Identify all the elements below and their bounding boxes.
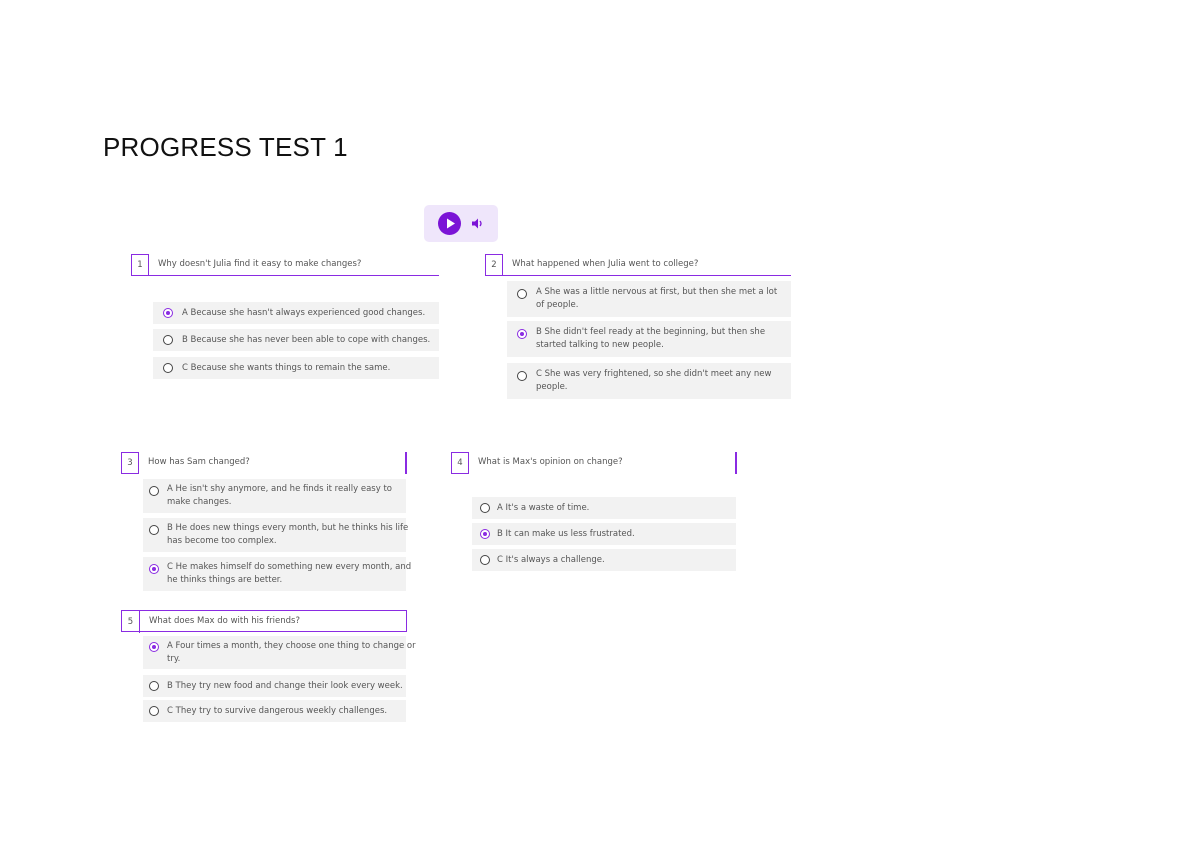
- question-header: 4 What is Max's opinion on change?: [451, 452, 737, 474]
- option-text: A It's a waste of time.: [497, 503, 590, 513]
- option-3b[interactable]: B He does new things every month, but he…: [143, 518, 408, 552]
- option-text: A She was a little nervous at first, but…: [536, 286, 777, 311]
- option-text-line: B She didn't feel ready at the beginning…: [536, 327, 766, 337]
- option-text: B Because she has never been able to cop…: [182, 335, 431, 345]
- option-text: B It can make us less frustrated.: [497, 529, 635, 539]
- option-text-line: C She was very frightened, so she didn't…: [536, 369, 772, 379]
- volume-icon[interactable]: [472, 218, 484, 229]
- play-button[interactable]: [438, 212, 461, 235]
- option-4c[interactable]: C It's always a challenge.: [472, 549, 736, 571]
- option-text: B She didn't feel ready at the beginning…: [536, 326, 765, 351]
- question-2: 2 What happened when Julia went to colle…: [485, 254, 791, 276]
- radio-button[interactable]: [149, 525, 159, 535]
- option-text: C Because she wants things to remain the…: [182, 363, 391, 373]
- option-text: B They try new food and change their loo…: [167, 681, 403, 691]
- option-text-line: try.: [167, 653, 181, 664]
- question-5: 5 What does Max do with his friends?: [121, 610, 407, 633]
- question-number: 3: [121, 452, 139, 474]
- option-3a[interactable]: A He isn't shy anymore, and he finds it …: [143, 479, 406, 513]
- question-header: 1 Why doesn't Julia find it easy to make…: [131, 254, 439, 276]
- option-3c[interactable]: C He makes himself do something new ever…: [143, 557, 411, 591]
- question-4: 4 What is Max's opinion on change?: [451, 452, 737, 474]
- option-text: C They try to survive dangerous weekly c…: [167, 706, 388, 716]
- radio-button[interactable]: [149, 486, 159, 496]
- option-text-line: A Four times a month, they choose one th…: [167, 641, 416, 651]
- radio-button[interactable]: [517, 329, 527, 339]
- question-text: What does Max do with his friends?: [149, 616, 300, 626]
- question-3: 3 How has Sam changed?: [121, 452, 407, 474]
- option-2a[interactable]: A She was a little nervous at first, but…: [507, 281, 791, 317]
- radio-button[interactable]: [517, 289, 527, 299]
- option-1a[interactable]: A Because she hasn't always experienced …: [153, 302, 439, 324]
- option-text: A He isn't shy anymore, and he finds it …: [167, 483, 392, 508]
- option-4b[interactable]: B It can make us less frustrated.: [472, 523, 736, 545]
- question-text: What is Max's opinion on change?: [478, 457, 623, 467]
- radio-button[interactable]: [163, 363, 173, 373]
- option-text: A Four times a month, they choose one th…: [167, 640, 416, 665]
- header-accent-bar: [405, 452, 407, 474]
- radio-button[interactable]: [480, 503, 490, 513]
- option-1c[interactable]: C Because she wants things to remain the…: [153, 357, 439, 379]
- option-text-line: people.: [536, 381, 568, 392]
- option-text-line: make changes.: [167, 496, 232, 507]
- play-icon: [447, 218, 455, 229]
- question-1: 1 Why doesn't Julia find it easy to make…: [131, 254, 439, 276]
- radio-button[interactable]: [163, 308, 173, 318]
- option-text-line: A He isn't shy anymore, and he finds it …: [167, 484, 392, 494]
- question-text: Why doesn't Julia find it easy to make c…: [158, 259, 362, 269]
- option-5b[interactable]: B They try new food and change their loo…: [143, 675, 406, 697]
- radio-button[interactable]: [517, 371, 527, 381]
- option-5a[interactable]: A Four times a month, they choose one th…: [143, 636, 416, 669]
- option-1b[interactable]: B Because she has never been able to cop…: [153, 329, 439, 351]
- radio-button[interactable]: [149, 642, 159, 652]
- option-text-line: has become too complex.: [167, 535, 277, 546]
- option-4a[interactable]: A It's a waste of time.: [472, 497, 736, 519]
- radio-button[interactable]: [149, 564, 159, 574]
- question-number: 2: [485, 254, 503, 276]
- question-text: What happened when Julia went to college…: [512, 259, 699, 269]
- option-text-line: started talking to new people.: [536, 339, 664, 350]
- radio-button[interactable]: [480, 555, 490, 565]
- option-text: C It's always a challenge.: [497, 555, 605, 565]
- option-text-line: he thinks things are better.: [167, 574, 283, 585]
- radio-button[interactable]: [149, 706, 159, 716]
- option-text: A Because she hasn't always experienced …: [182, 308, 426, 318]
- option-2b[interactable]: B She didn't feel ready at the beginning…: [507, 321, 791, 357]
- option-5c[interactable]: C They try to survive dangerous weekly c…: [143, 700, 406, 722]
- question-number: 1: [131, 254, 149, 276]
- question-number: 4: [451, 452, 469, 474]
- radio-button[interactable]: [149, 681, 159, 691]
- option-text-line: A She was a little nervous at first, but…: [536, 287, 778, 297]
- option-text-line: of people.: [536, 299, 579, 310]
- question-number: 5: [122, 611, 140, 633]
- header-accent-bar: [735, 452, 737, 474]
- option-text-line: C He makes himself do something new ever…: [167, 562, 412, 572]
- option-text-line: B He does new things every month, but he…: [167, 523, 409, 533]
- option-text: C He makes himself do something new ever…: [167, 561, 411, 586]
- question-header: 3 How has Sam changed?: [121, 452, 407, 474]
- audio-player: [424, 205, 498, 242]
- radio-button[interactable]: [163, 335, 173, 345]
- option-2c[interactable]: C She was very frightened, so she didn't…: [507, 363, 791, 399]
- question-header: 5 What does Max do with his friends?: [121, 610, 407, 633]
- question-text: How has Sam changed?: [148, 457, 250, 467]
- question-header: 2 What happened when Julia went to colle…: [485, 254, 791, 276]
- radio-button[interactable]: [480, 529, 490, 539]
- option-text: C She was very frightened, so she didn't…: [536, 368, 771, 393]
- option-text: B He does new things every month, but he…: [167, 522, 408, 547]
- page-title: PROGRESS TEST 1: [103, 132, 348, 162]
